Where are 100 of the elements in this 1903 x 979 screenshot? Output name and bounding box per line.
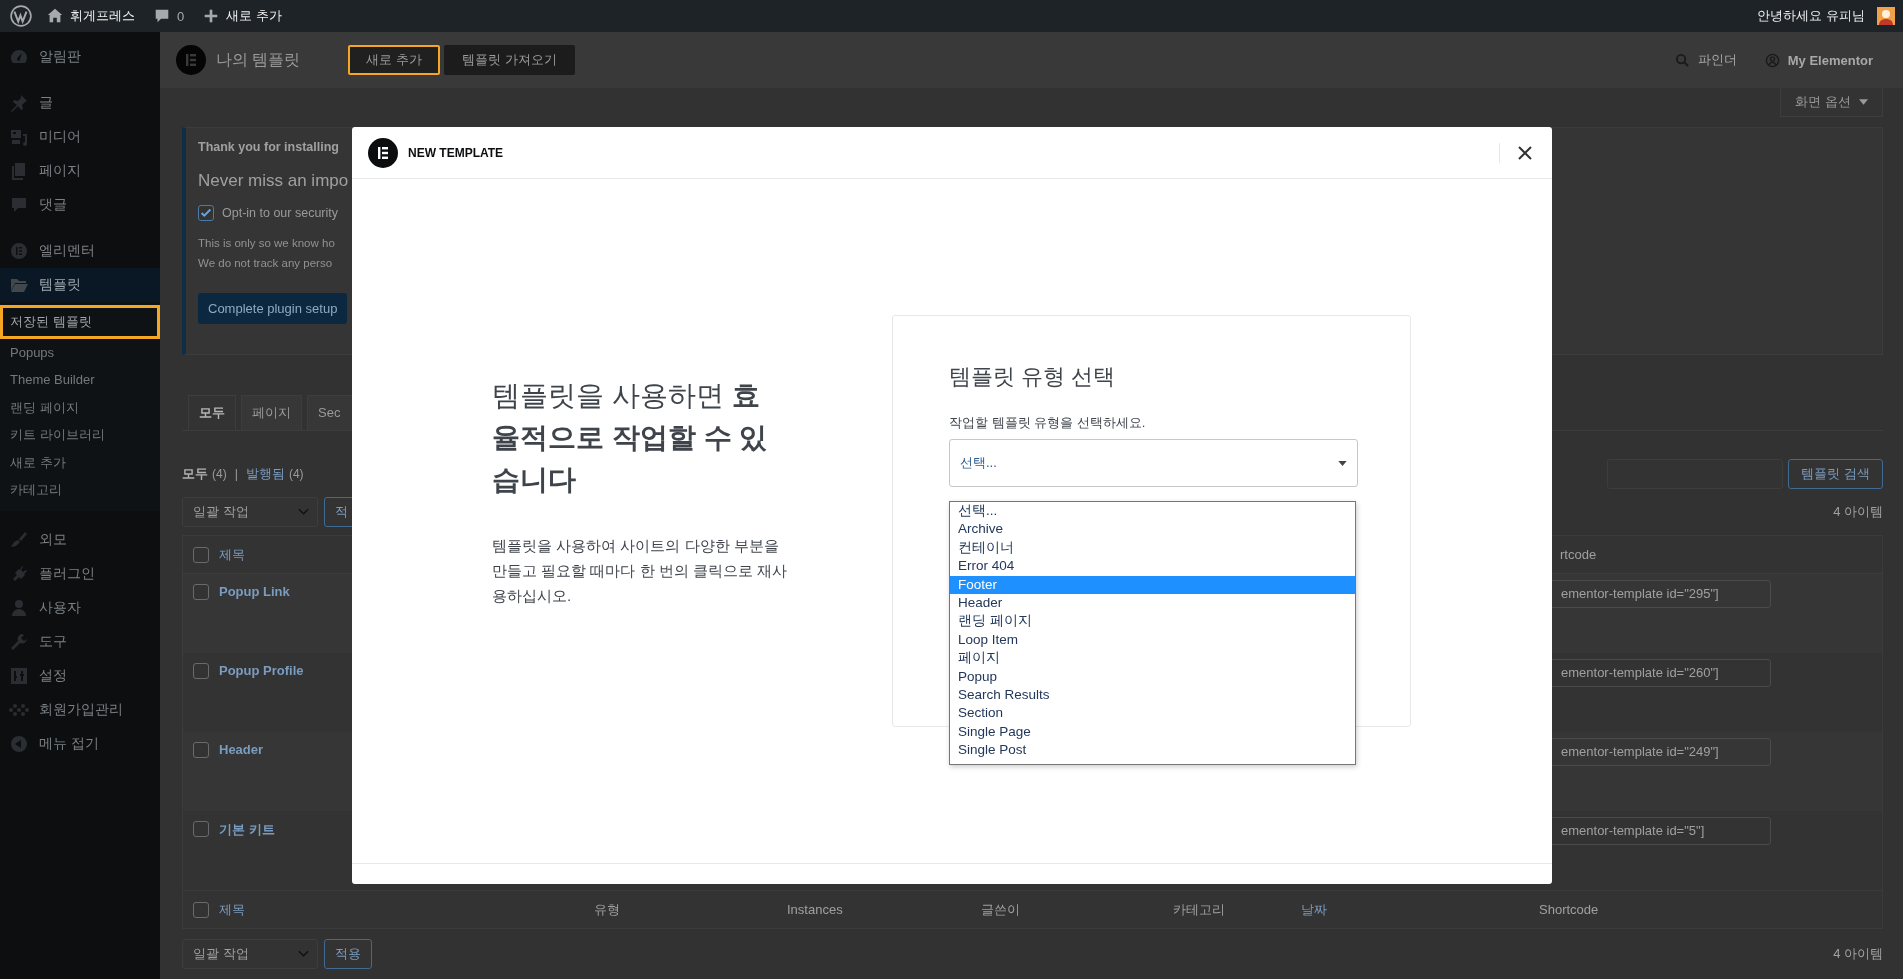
submenu-item[interactable]: 새로 추가 [0, 448, 76, 476]
dropdown-option[interactable]: Search Results [950, 686, 1355, 705]
menu-item[interactable]: 템플릿 [0, 268, 160, 302]
finder-link[interactable]: 파인더 [1674, 51, 1737, 69]
header-button[interactable]: 새로 추가 [348, 45, 441, 75]
wrench-icon [9, 631, 29, 652]
column-header: 카테고리 [1172, 900, 1226, 919]
header-button[interactable]: 템플릿 가져오기 [444, 45, 575, 75]
submenu-item[interactable]: Popups [0, 338, 65, 366]
avatar-icon [1877, 7, 1895, 25]
submenu-item[interactable]: 카테고리 [0, 476, 72, 504]
menu-item[interactable]: 외모 [0, 522, 160, 557]
column-header: Shortcode [1538, 902, 1600, 917]
column-header: 글쓴이 [980, 900, 1021, 919]
template-title-link[interactable]: 기본 키트 [216, 811, 275, 839]
user-circle-icon [1764, 52, 1780, 68]
menu-item[interactable]: 알림판 [0, 40, 160, 74]
menu-item[interactable]: 메뉴 접기 [0, 726, 160, 761]
dropdown-option[interactable]: Single Post [950, 741, 1355, 760]
menu-item[interactable]: 미디어 [0, 120, 160, 154]
filter-published[interactable]: 발행됨 [245, 465, 285, 483]
template-title-link[interactable]: Popup Link [216, 574, 290, 599]
user-icon [9, 597, 29, 618]
checkbox[interactable] [193, 742, 209, 758]
menu-item[interactable]: 댓글 [0, 188, 160, 222]
submenu-item[interactable]: Theme Builder [0, 366, 105, 394]
sliders-icon [9, 665, 29, 686]
dropdown-option[interactable]: Single Page [950, 722, 1355, 742]
template-title-link[interactable]: Popup Profile [216, 653, 304, 678]
notice-title: Thank you for installing [198, 140, 339, 154]
account-link[interactable]: 안녕하세요 유피님 [1757, 7, 1895, 25]
account-link[interactable]: My Elementor [1764, 52, 1873, 68]
checkbox[interactable] [193, 584, 209, 600]
close-button[interactable] [1516, 143, 1534, 162]
menu-item[interactable]: 페이지 [0, 154, 160, 188]
dropdown-option[interactable]: Footer [950, 575, 1355, 595]
search-button[interactable]: 템플릿 검색 [1788, 459, 1883, 489]
dropdown-option[interactable]: 컨테이너 [950, 538, 1355, 558]
filter-all[interactable]: 모두 [182, 465, 208, 483]
item-count: 4 아이템 [1833, 945, 1883, 963]
screen-options-button[interactable]: 화면 옵션 [1780, 88, 1883, 117]
menu-item[interactable]: 글 [0, 86, 160, 120]
bulk-action-select[interactable]: 일괄 작업 [182, 939, 318, 969]
wordpress-logo-icon[interactable] [10, 5, 32, 27]
tab[interactable]: 모두 [188, 395, 236, 430]
dropdown-option[interactable]: Section [950, 704, 1355, 723]
notice-text: This is only so we know ho [198, 236, 335, 251]
field-label: 작업할 템플릿 유형을 선택하세요. [949, 414, 1147, 432]
tab[interactable]: 페이지 [241, 395, 302, 430]
submenu-item[interactable]: 랜딩 페이지 [0, 393, 89, 421]
circle-logo-icon [9, 241, 29, 261]
checkbox[interactable] [193, 821, 209, 837]
site-link[interactable]: 휘게프레스 [46, 7, 135, 25]
menu-item[interactable]: 설정 [0, 658, 160, 693]
brush-icon [9, 529, 29, 550]
filter-count: (4) [212, 466, 227, 481]
circle-logo-icon [368, 137, 398, 168]
search-icon [1674, 52, 1690, 68]
menu-item[interactable]: 사용자 [0, 590, 160, 625]
menu-item[interactable]: 엘리멘터 [0, 234, 160, 268]
checkbox[interactable] [193, 663, 209, 679]
dropdown-option[interactable]: Popup [950, 667, 1355, 687]
column-header: Instances [786, 902, 844, 917]
dropdown-option[interactable]: 선택... [950, 502, 1355, 521]
dropdown-option[interactable]: Error 404 [950, 557, 1355, 576]
setup-button[interactable]: Complete plugin setup [198, 293, 348, 324]
template-title-link[interactable]: Header [216, 732, 264, 757]
media-icon [9, 127, 29, 147]
menu-item[interactable]: 회원가입관리 [0, 692, 160, 727]
checkbox[interactable] [193, 901, 209, 918]
dropdown-option[interactable]: Loop Item [950, 630, 1355, 650]
column-header[interactable]: 제목 [216, 900, 591, 919]
dropdown-option[interactable]: 페이지 [950, 649, 1355, 668]
menu-item[interactable]: 플러그인 [0, 556, 160, 591]
checkbox-label: Opt-in to our security [222, 206, 338, 220]
submenu-item[interactable]: 키트 라이브러리 [0, 421, 115, 449]
template-type-select[interactable]: 선택... [949, 439, 1358, 487]
submenu-item[interactable]: 저장된 템플릿 [0, 305, 160, 339]
column-header: rtcode [1559, 547, 1598, 562]
comments-link[interactable]: 0 [153, 7, 185, 25]
new-link[interactable]: 새로 추가 [202, 7, 282, 25]
circle-logo-icon [176, 45, 206, 75]
column-header[interactable]: 날짜 [1298, 900, 1536, 919]
home-icon [46, 7, 64, 25]
caret-icon [1338, 460, 1347, 466]
form-title: 템플릿 유형 선택 [949, 363, 1117, 391]
dropdown-option[interactable]: Header [950, 594, 1355, 613]
chevron-icon [298, 950, 309, 958]
page-title: 나의 템플릿 [216, 49, 301, 70]
dropdown-option[interactable]: 랜딩 페이지 [950, 612, 1355, 631]
chevron-icon [298, 508, 309, 516]
bulk-action-select[interactable]: 일괄 작업 [182, 497, 318, 527]
checkbox[interactable] [193, 546, 209, 563]
apply-button[interactable]: 적용 [324, 939, 372, 969]
dialog-title: NEW TEMPLATE [408, 145, 504, 160]
speech-bubble-icon [9, 195, 29, 215]
dropdown-option[interactable]: Archive [950, 520, 1355, 539]
menu-item[interactable]: 도구 [0, 624, 160, 659]
checkbox[interactable] [198, 205, 214, 221]
notice-heading: Never miss an impo [198, 171, 349, 191]
